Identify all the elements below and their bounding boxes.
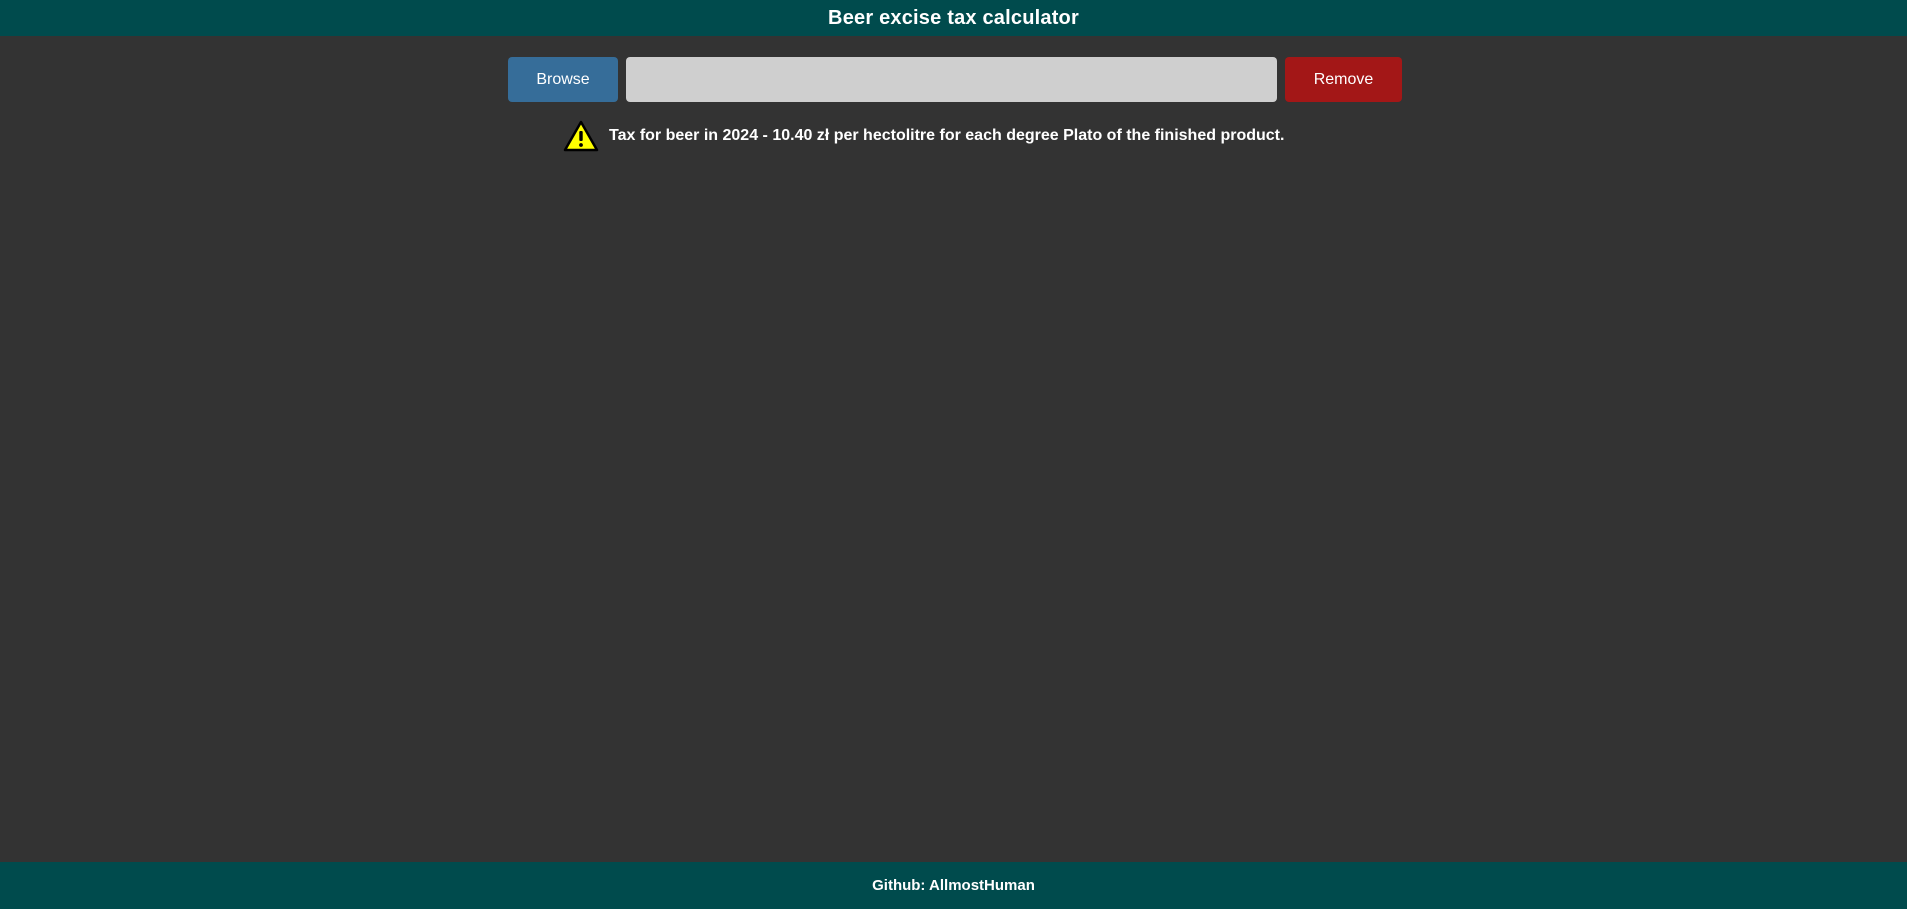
github-link[interactable]: Github: AllmostHuman xyxy=(872,877,1035,894)
remove-button[interactable]: Remove xyxy=(1285,57,1402,102)
tax-notice-text: Tax for beer in 2024 - 10.40 zł per hect… xyxy=(609,127,1285,144)
browse-button[interactable]: Browse xyxy=(508,57,618,102)
app-footer: Github: AllmostHuman xyxy=(0,862,1907,909)
warning-icon xyxy=(563,120,599,152)
tax-notice: Tax for beer in 2024 - 10.40 zł per hect… xyxy=(563,118,1284,154)
page-title: Beer excise tax calculator xyxy=(828,6,1079,29)
file-name-field[interactable] xyxy=(626,57,1277,102)
file-picker: Browse Remove xyxy=(508,57,1402,102)
app-header: Beer excise tax calculator xyxy=(0,0,1907,36)
